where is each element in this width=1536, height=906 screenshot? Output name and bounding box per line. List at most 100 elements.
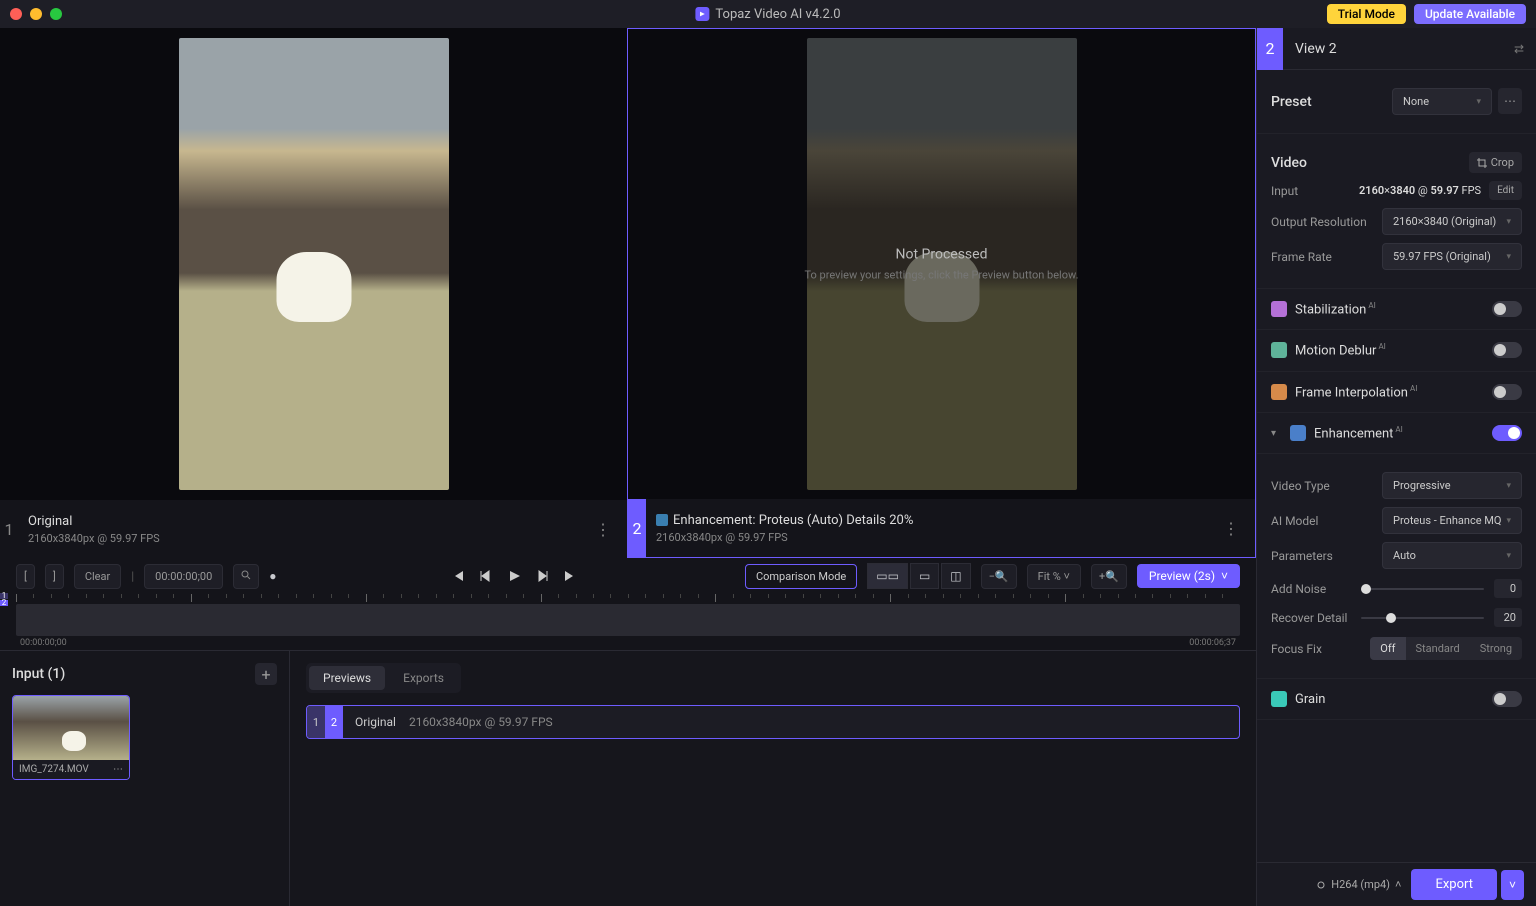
pane2-title: Enhancement: Proteus (Auto) Details 20% — [656, 513, 1209, 528]
focus-standard-button[interactable]: Standard — [1406, 637, 1470, 660]
parameters-select[interactable]: Auto▾ — [1382, 542, 1522, 569]
recover-detail-label: Recover Detail — [1271, 611, 1351, 625]
timecode-display[interactable]: 00:00:00;00 — [144, 564, 223, 589]
enhancement-row: ▾ Enhancement AI — [1257, 413, 1536, 454]
output-resolution-select[interactable]: 2160×3840 (Original)▾ — [1382, 208, 1522, 235]
export-dropdown-icon[interactable]: ˅ — [1501, 870, 1524, 900]
video-frame-original — [179, 38, 449, 490]
video-type-label: Video Type — [1271, 479, 1330, 493]
motion-deblur-icon — [1271, 342, 1287, 358]
preset-more-icon[interactable]: ⋯ — [1498, 88, 1522, 114]
preview-row-num1: 1 — [307, 706, 325, 738]
motion-deblur-label: Motion Deblur — [1295, 344, 1376, 359]
maximize-icon[interactable] — [50, 8, 62, 20]
motion-deblur-toggle[interactable] — [1492, 342, 1522, 358]
enhancement-expand-icon[interactable]: ▾ — [1271, 428, 1276, 439]
thumbnail-more-icon[interactable]: ⋯ — [113, 764, 123, 775]
input-label: Input — [1271, 184, 1298, 198]
frame-interp-toggle[interactable] — [1492, 384, 1522, 400]
update-available-button[interactable]: Update Available — [1414, 4, 1526, 24]
view-pane-2: Not Processed To preview your settings, … — [627, 28, 1256, 558]
original-frame[interactable] — [0, 28, 627, 500]
pane2-subtitle: 2160x3840px @ 59.97 FPS — [656, 531, 1209, 544]
swap-icon[interactable]: ⇄ — [1502, 42, 1536, 56]
tab-previews[interactable]: Previews — [309, 666, 385, 690]
focus-fix-label: Focus Fix — [1271, 642, 1322, 656]
export-button[interactable]: Export — [1411, 869, 1497, 900]
input-heading: Input (1) — [12, 666, 65, 682]
search-icon[interactable] — [233, 564, 259, 589]
zoom-in-icon[interactable]: +🔍 — [1091, 564, 1127, 589]
clear-button[interactable]: Clear — [74, 564, 121, 589]
layout-side-icon[interactable]: ▭▭ — [867, 563, 908, 589]
add-noise-value[interactable]: 0 — [1494, 579, 1522, 598]
zoom-slider-dot[interactable]: ● — [269, 569, 283, 583]
timeline[interactable]: 12 00:00:00;00 00:00:06;37 — [0, 594, 1256, 650]
layout-single-icon[interactable]: ▭ — [910, 563, 939, 589]
tab-exports[interactable]: Exports — [389, 666, 458, 690]
processed-frame[interactable]: Not Processed To preview your settings, … — [628, 29, 1255, 499]
recover-detail-value[interactable]: 20 — [1494, 608, 1522, 627]
view-pane-1: 1 Original 2160x3840px @ 59.97 FPS ⋮ — [0, 28, 627, 558]
overlay-title: Not Processed — [805, 247, 1079, 263]
comparison-mode-button[interactable]: Comparison Mode — [745, 564, 857, 589]
mark-in-button[interactable]: [ — [16, 564, 35, 589]
close-icon[interactable] — [10, 8, 22, 20]
add-noise-slider[interactable] — [1361, 588, 1484, 590]
pane1-title: Original — [28, 514, 581, 529]
chevron-down-icon: ˅ — [1221, 569, 1228, 583]
grain-toggle[interactable] — [1492, 691, 1522, 707]
next-frame-icon[interactable] — [535, 569, 549, 583]
viewer: 1 Original 2160x3840px @ 59.97 FPS ⋮ Not… — [0, 28, 1256, 558]
layout-split-icon[interactable]: ◫ — [941, 563, 970, 589]
timeline-track[interactable] — [16, 604, 1240, 636]
mark-out-button[interactable]: ] — [45, 564, 64, 589]
video-type-select[interactable]: Progressive▾ — [1382, 472, 1522, 499]
export-bar: H264 (mp4) ˄ Export ˅ — [1257, 862, 1536, 906]
preset-select[interactable]: None▾ — [1392, 88, 1492, 115]
first-frame-icon[interactable] — [451, 569, 465, 583]
pane2-more-icon[interactable]: ⋮ — [1219, 515, 1243, 542]
not-processed-overlay: Not Processed To preview your settings, … — [805, 247, 1079, 282]
grain-icon — [1271, 691, 1287, 707]
titlebar: Topaz Video AI v4.2.0 Trial Mode Update … — [0, 0, 1536, 28]
pane2-title-text: Enhancement: Proteus (Auto) Details 20% — [673, 513, 913, 528]
pane1-more-icon[interactable]: ⋮ — [591, 516, 615, 543]
outres-label: Output Resolution — [1271, 215, 1367, 229]
trial-mode-badge[interactable]: Trial Mode — [1327, 4, 1406, 24]
crop-button[interactable]: Crop — [1469, 152, 1522, 173]
focus-off-button[interactable]: Off — [1370, 637, 1405, 660]
playback-controls — [451, 569, 577, 583]
encoder-select[interactable]: H264 (mp4) ˄ — [1316, 878, 1401, 891]
thumbnail-filename: IMG_7274.MOV — [19, 764, 89, 775]
stabilization-toggle[interactable] — [1492, 301, 1522, 317]
preview-button[interactable]: Preview (2s)˅ — [1137, 564, 1240, 588]
prev-frame-icon[interactable] — [479, 569, 493, 583]
focus-fix-segment: Off Standard Strong — [1370, 637, 1522, 660]
settings-panel: 2 View 2 ⇄ Preset None▾ ⋯ Video Crop — [1256, 28, 1536, 906]
frame-rate-select[interactable]: 59.97 FPS (Original)▾ — [1382, 243, 1522, 270]
frame-interp-row: Frame Interpolation AI — [1257, 372, 1536, 413]
recover-detail-slider[interactable] — [1361, 617, 1484, 619]
panel-view-number: 2 — [1257, 28, 1283, 70]
zoom-out-icon[interactable]: −🔍 — [981, 564, 1017, 589]
last-frame-icon[interactable] — [563, 569, 577, 583]
previews-panel: Previews Exports 1 2 Original 2160x3840p… — [290, 651, 1256, 906]
fit-dropdown[interactable]: Fit % ˅ — [1027, 564, 1081, 589]
thumbnail-image — [13, 696, 129, 760]
preview-row[interactable]: 1 2 Original 2160x3840px @ 59.97 FPS — [306, 705, 1240, 739]
ai-model-label: AI Model — [1271, 514, 1318, 528]
focus-strong-button[interactable]: Strong — [1470, 637, 1522, 660]
add-input-button[interactable]: + — [255, 663, 277, 685]
preview-row-sub: 2160x3840px @ 59.97 FPS — [409, 715, 553, 729]
edit-input-button[interactable]: Edit — [1489, 181, 1522, 200]
input-thumbnail[interactable]: IMG_7274.MOV ⋯ — [12, 695, 130, 780]
timeline-start: 00:00:00;00 — [20, 638, 67, 648]
enhancement-toggle[interactable] — [1492, 425, 1522, 441]
panel-title: View 2 — [1283, 41, 1349, 57]
play-icon[interactable] — [507, 569, 521, 583]
ai-model-select[interactable]: Proteus - Enhance MQ▾ — [1382, 507, 1522, 534]
add-noise-label: Add Noise — [1271, 582, 1351, 596]
parameters-label: Parameters — [1271, 549, 1333, 563]
minimize-icon[interactable] — [30, 8, 42, 20]
